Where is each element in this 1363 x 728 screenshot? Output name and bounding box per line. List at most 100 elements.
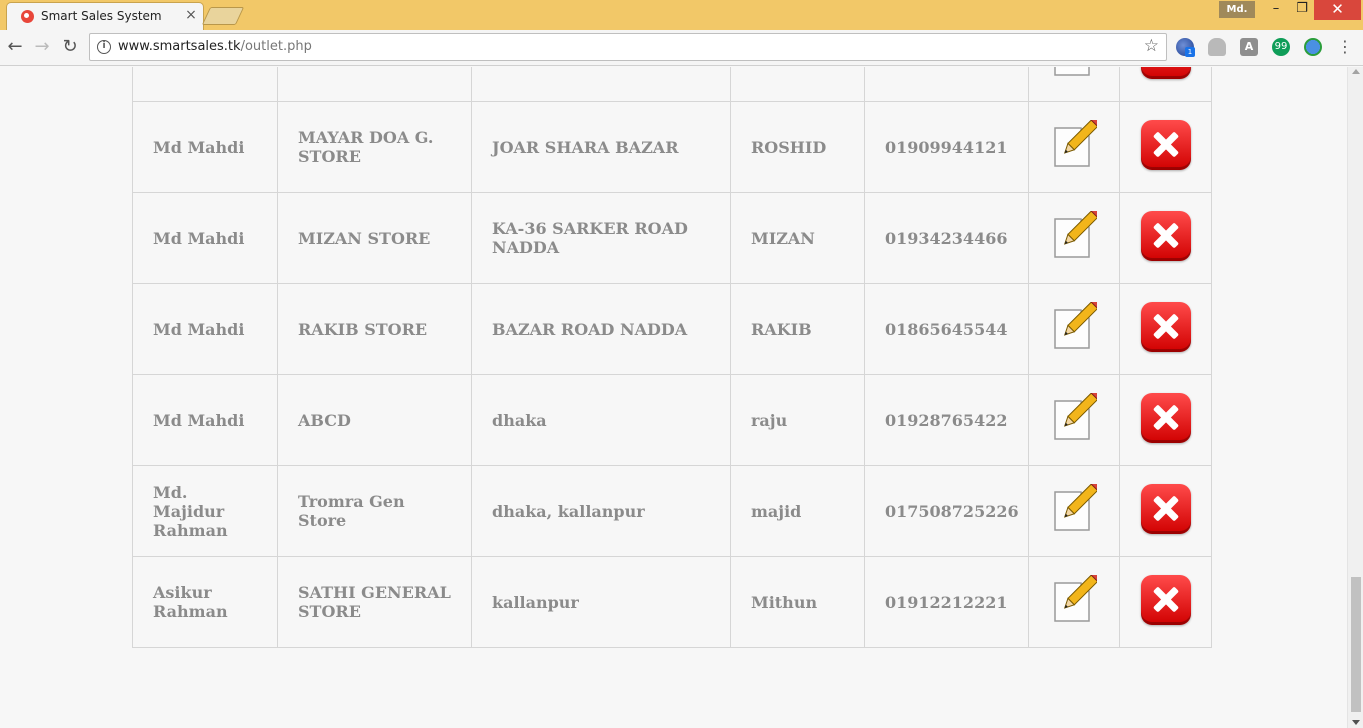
- salesman-name-cell: [132, 67, 278, 102]
- address-cell: dhaka: [471, 374, 731, 466]
- bookmark-star-icon[interactable]: ☆: [1144, 36, 1159, 56]
- delete-cell: [1119, 192, 1212, 284]
- extension-android-icon[interactable]: [1208, 38, 1226, 56]
- delete-x-icon[interactable]: [1140, 120, 1191, 170]
- outlet-name-cell: ABCD: [277, 374, 472, 466]
- delete-x-icon[interactable]: [1140, 575, 1191, 625]
- owner-cell: MIZAN: [730, 192, 865, 284]
- delete-cell: [1119, 465, 1212, 557]
- salesman-name-cell: Md Mahdi: [132, 374, 278, 466]
- maximize-button[interactable]: ❐: [1288, 0, 1316, 20]
- extension-globe-icon[interactable]: 1: [1176, 38, 1195, 57]
- edit-cell: [1028, 374, 1120, 466]
- delete-x-icon[interactable]: [1140, 302, 1191, 352]
- outlet-table: Md Mahdi MAYAR DOA G. STORE JOAR SHARA BAZ…: [132, 67, 1212, 648]
- phone-cell: 01909944121: [864, 101, 1029, 193]
- owner-cell: RAKIB: [730, 283, 865, 375]
- delete-x-icon[interactable]: [1140, 67, 1191, 79]
- table-row: Md Mahdi MIZAN STORE KA-36 SARKER ROAD NAD…: [132, 192, 1212, 284]
- delete-x-icon[interactable]: [1140, 393, 1191, 443]
- outlet-name-cell: RAKIB STORE: [277, 283, 472, 375]
- phone-cell: 01928765422: [864, 374, 1029, 466]
- phone-cell: 01934234466: [864, 192, 1029, 284]
- url-host: www.smartsales.tk: [118, 39, 241, 54]
- edit-pencil-icon[interactable]: [1051, 297, 1102, 352]
- address-cell: dhaka, kallanpur: [471, 465, 731, 557]
- delete-cell: [1119, 67, 1212, 102]
- outlet-name-cell: [277, 67, 472, 102]
- table-row: Md Mahdi RAKIB STORE BAZAR ROAD NADDA RAKIB…: [132, 283, 1212, 375]
- browser-menu-icon[interactable]: ⋮: [1336, 36, 1354, 60]
- scroll-down-arrow-icon[interactable]: [1352, 720, 1360, 725]
- address-cell: kallanpur: [471, 556, 731, 648]
- edit-cell: [1028, 67, 1120, 102]
- delete-x-icon[interactable]: [1140, 211, 1191, 261]
- url-text[interactable]: www.smartsales.tk/outlet.php: [118, 39, 312, 54]
- salesman-name-cell: Md Mahdi: [132, 283, 278, 375]
- owner-cell: raju: [730, 374, 865, 466]
- close-window-button[interactable]: ✕: [1314, 0, 1361, 20]
- url-path: /outlet.php: [240, 39, 312, 54]
- extension-hangouts-icon[interactable]: 99: [1272, 38, 1290, 56]
- owner-cell: [730, 67, 865, 102]
- owner-cell: Mithun: [730, 556, 865, 648]
- new-tab-button[interactable]: [201, 7, 245, 25]
- table-row: Md Mahdi MAYAR DOA G. STORE JOAR SHARA BAZ…: [132, 101, 1212, 193]
- browser-tab[interactable]: Smart Sales System ×: [6, 2, 204, 30]
- edit-pencil-icon[interactable]: [1051, 388, 1102, 443]
- tab-close-icon[interactable]: ×: [183, 7, 199, 23]
- address-cell: BAZAR ROAD NADDA: [471, 283, 731, 375]
- owner-cell: ROSHID: [730, 101, 865, 193]
- edit-cell: [1028, 283, 1120, 375]
- scroll-thumb[interactable]: [1351, 577, 1361, 712]
- favicon-icon: [21, 10, 34, 23]
- page-viewport: Md Mahdi MAYAR DOA G. STORE JOAR SHARA BAZ…: [0, 67, 1347, 728]
- extension-earth-icon[interactable]: [1304, 38, 1322, 56]
- phone-cell: 017508725226: [864, 465, 1029, 557]
- table-row: [132, 67, 1212, 102]
- forward-icon[interactable]: →: [30, 35, 54, 59]
- address-cell: JOAR SHARA BAZAR: [471, 101, 731, 193]
- extension-translate-icon[interactable]: A: [1240, 38, 1258, 56]
- delete-x-icon[interactable]: [1140, 484, 1191, 534]
- phone-cell: 01865645544: [864, 283, 1029, 375]
- salesman-name-cell: Asikur Rahman: [132, 556, 278, 648]
- edit-cell: [1028, 465, 1120, 557]
- reload-icon[interactable]: ↻: [58, 35, 82, 59]
- table-row: Md Mahdi ABCD dhaka raju 01928765422: [132, 374, 1212, 466]
- edit-pencil-icon[interactable]: [1051, 479, 1102, 534]
- address-cell: [471, 67, 731, 102]
- edit-pencil-icon[interactable]: [1051, 570, 1102, 625]
- vertical-scrollbar[interactable]: [1347, 67, 1363, 728]
- phone-cell: [864, 67, 1029, 102]
- extension-badge: 1: [1185, 47, 1195, 57]
- outlet-table-body: Md Mahdi MAYAR DOA G. STORE JOAR SHARA BAZ…: [132, 67, 1212, 648]
- edit-pencil-icon[interactable]: [1051, 67, 1097, 79]
- outlet-name-cell: MAYAR DOA G. STORE: [277, 101, 472, 193]
- address-cell: KA-36 SARKER ROAD NADDA: [471, 192, 731, 284]
- delete-cell: [1119, 374, 1212, 466]
- address-bar[interactable]: i www.smartsales.tk/outlet.php ☆: [89, 33, 1167, 61]
- tab-title: Smart Sales System: [41, 9, 162, 23]
- delete-cell: [1119, 556, 1212, 648]
- edit-cell: [1028, 101, 1120, 193]
- info-icon[interactable]: i: [97, 40, 111, 54]
- edit-pencil-icon[interactable]: [1051, 115, 1102, 170]
- tab-strip: Smart Sales System × Md. – ❐ ✕: [0, 0, 1363, 30]
- profile-button[interactable]: Md.: [1219, 1, 1255, 18]
- back-icon[interactable]: ←: [3, 35, 27, 59]
- salesman-name-cell: Md Mahdi: [132, 192, 278, 284]
- edit-cell: [1028, 192, 1120, 284]
- outlet-name-cell: Tromra Gen Store: [277, 465, 472, 557]
- scroll-up-arrow-icon[interactable]: [1352, 69, 1360, 74]
- delete-cell: [1119, 283, 1212, 375]
- table-row: Asikur Rahman SATHI GENERAL STORE kallanpu…: [132, 556, 1212, 648]
- outlet-name-cell: MIZAN STORE: [277, 192, 472, 284]
- salesman-name-cell: Md Mahdi: [132, 101, 278, 193]
- salesman-name-cell: Md. Majidur Rahman: [132, 465, 278, 557]
- minimize-button[interactable]: –: [1262, 0, 1290, 20]
- browser-toolbar: ← → ↻ i www.smartsales.tk/outlet.php ☆ 1…: [0, 30, 1363, 66]
- table-row: Md. Majidur Rahman Tromra Gen Store dhaka,…: [132, 465, 1212, 557]
- delete-cell: [1119, 101, 1212, 193]
- edit-pencil-icon[interactable]: [1051, 206, 1102, 261]
